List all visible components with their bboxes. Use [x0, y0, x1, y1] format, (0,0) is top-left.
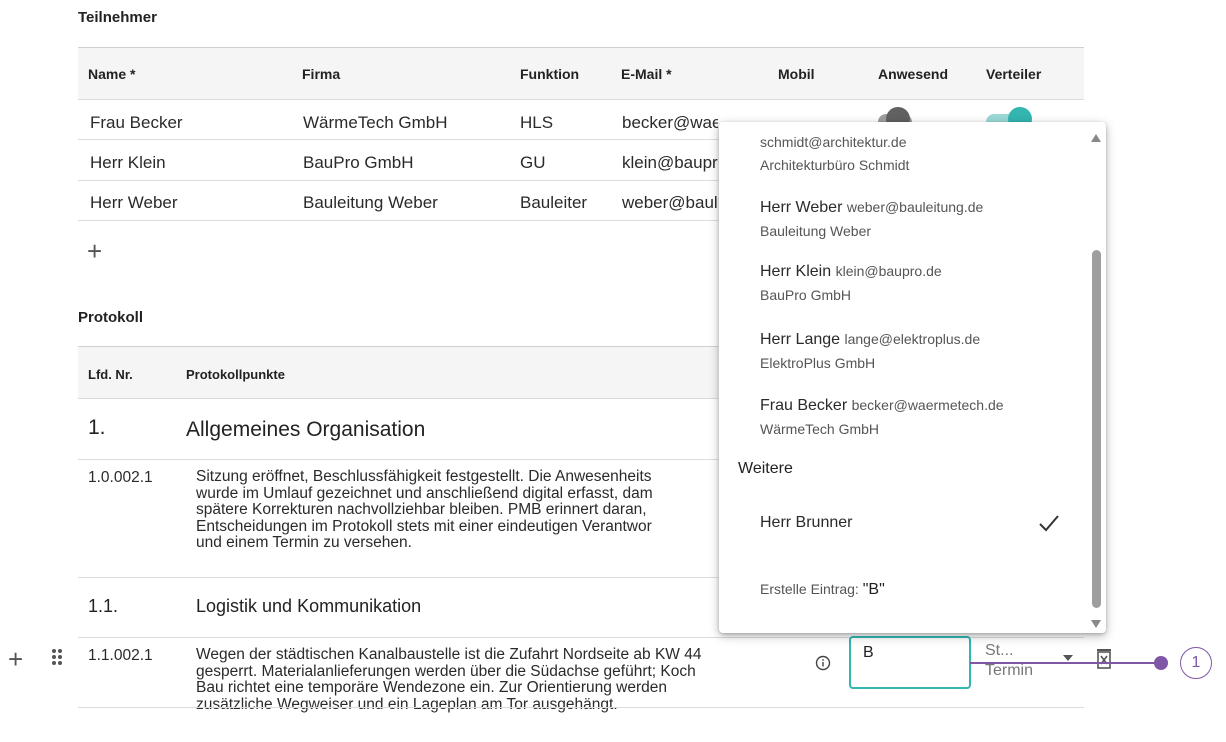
- responsible-input[interactable]: B: [849, 636, 971, 689]
- option-mail: schmidt@architektur.de: [760, 134, 907, 150]
- group-number: 1.: [88, 416, 106, 439]
- annotation-marker: 1: [1180, 647, 1212, 679]
- add-participant-button[interactable]: +: [87, 238, 102, 264]
- col-mobil[interactable]: Mobil: [778, 66, 815, 82]
- col-lfd-nr[interactable]: Lfd. Nr.: [88, 367, 133, 382]
- col-funktion[interactable]: Funktion: [520, 66, 579, 82]
- protocol-title: Protokoll: [78, 309, 144, 326]
- status-value: St...: [985, 642, 1014, 659]
- group-number: 1.1.: [88, 596, 119, 616]
- group-title[interactable]: Logistik und Kommunikation: [196, 596, 421, 617]
- option-name: Herr Weber: [760, 199, 843, 216]
- participant-name[interactable]: Frau Becker: [90, 113, 183, 133]
- info-icon[interactable]: [815, 655, 831, 676]
- annotation-line: [970, 662, 1162, 664]
- participant-email[interactable]: becker@waermete..de Schmidt: [622, 113, 718, 133]
- option-mail: klein@baupro.de: [835, 263, 942, 279]
- option-company: Bauleitung Weber: [760, 223, 872, 239]
- dropdown-arrow-icon[interactable]: [1062, 649, 1074, 667]
- participant-email[interactable]: weber@baul: [622, 193, 718, 213]
- option-company: Architekturbüro Schmidt: [760, 157, 910, 173]
- option-mail: weber@bauleitung.de: [846, 199, 984, 215]
- participant-funktion[interactable]: HLS: [520, 113, 553, 133]
- participant-name[interactable]: Herr Klein: [90, 153, 166, 173]
- annotation-dot: [1154, 656, 1168, 670]
- item-number: 1.0.002.1: [88, 469, 153, 486]
- dropdown-option[interactable]: Herr Lange lange@elektroplus.de ElektroP…: [760, 331, 980, 371]
- option-company: WärmeTech GmbH: [760, 421, 880, 437]
- participant-funktion[interactable]: Bauleiter: [520, 193, 587, 213]
- dropdown-group-label: Weitere: [738, 460, 793, 477]
- item-text[interactable]: Sitzung eröffnet, Beschlussfähigkeit fes…: [196, 469, 718, 552]
- item-text-line: wurde im Umlauf gezeichnet und anschließ…: [196, 484, 653, 502]
- dropdown-option-selected[interactable]: Herr Brunner: [760, 514, 1080, 536]
- participant-firma[interactable]: WärmeTech GmbH: [303, 113, 448, 133]
- option-name: Herr Klein: [760, 263, 832, 280]
- check-icon: [1039, 515, 1059, 532]
- col-email[interactable]: E-Mail *: [621, 66, 672, 82]
- dropdown-option[interactable]: schmidt@architektur.de Architekturbüro S…: [760, 134, 909, 173]
- participants-title: Teilnehmer: [78, 9, 157, 26]
- item-text-line: zusätzliche Wegweiser und ein Lageplan a…: [196, 695, 618, 713]
- col-name[interactable]: Name *: [88, 66, 135, 82]
- item-text-line: Entscheidungen im Protokoll stets mit ei…: [196, 517, 652, 535]
- item-number: 1.1.002.1: [88, 647, 153, 664]
- create-entry-option[interactable]: Erstelle Eintrag: "B": [760, 581, 885, 599]
- participant-name[interactable]: Herr Weber: [90, 193, 178, 213]
- add-row-icon[interactable]: +: [8, 646, 23, 672]
- autocomplete-dropdown[interactable]: schmidt@architektur.de Architekturbüro S…: [719, 122, 1106, 633]
- scroll-down-icon[interactable]: [1090, 616, 1102, 633]
- dropdown-option[interactable]: Herr Weber weber@bauleitung.de Bauleitun…: [760, 199, 983, 239]
- col-firma[interactable]: Firma: [302, 66, 340, 82]
- option-name: Herr Brunner: [760, 514, 853, 531]
- create-entry-prefix: Erstelle Eintrag:: [760, 581, 863, 597]
- participant-firma[interactable]: Bauleitung Weber: [303, 193, 438, 213]
- participant-email[interactable]: klein@baupr: [622, 153, 718, 173]
- col-protokollpunkte[interactable]: Protokollpunkte: [186, 367, 285, 382]
- option-company: ElektroPlus GmbH: [760, 355, 876, 371]
- item-text-line: Sitzung eröffnet, Beschlussfähigkeit fes…: [196, 469, 652, 485]
- dropdown-option[interactable]: Herr Klein klein@baupro.de BauPro GmbH: [760, 263, 942, 303]
- group-title[interactable]: Allgemeines Organisation: [186, 418, 425, 442]
- option-company: BauPro GmbH: [760, 287, 852, 303]
- item-text[interactable]: Wegen der städtischen Kanalbaustelle ist…: [196, 646, 796, 713]
- dropdown-scrollbar[interactable]: [1092, 250, 1101, 608]
- item-text-line: gesperrt. Materialanlieferungen werden ü…: [196, 662, 696, 680]
- item-text-line: Bau richtet eine temporäre Wendezone ein…: [196, 679, 668, 696]
- option-name: Frau Becker: [760, 397, 848, 414]
- item-text-line: und einem Termin zu versehen.: [196, 534, 412, 551]
- col-anwesend[interactable]: Anwesend: [878, 66, 948, 82]
- dropdown-option[interactable]: Frau Becker becker@waermetech.de WärmeTe…: [760, 397, 1004, 437]
- option-mail: lange@elektroplus.de: [844, 331, 981, 347]
- item-text-line: Wegen der städtischen Kanalbaustelle ist…: [196, 646, 702, 663]
- status-select[interactable]: St... Termin: [985, 641, 1033, 681]
- create-entry-value: "B": [862, 581, 885, 598]
- responsible-input-value: B: [863, 644, 874, 661]
- protocol-header: [78, 347, 718, 398]
- item-text-line: spätere Korrekturen nachvollziehbar blei…: [196, 501, 647, 518]
- scroll-up-icon[interactable]: [1090, 130, 1102, 148]
- participant-funktion[interactable]: GU: [520, 153, 546, 173]
- drag-handle-icon[interactable]: [51, 648, 63, 671]
- participant-firma[interactable]: BauPro GmbH: [303, 153, 414, 173]
- col-verteiler[interactable]: Verteiler: [986, 66, 1041, 82]
- status-label: Termin: [985, 662, 1034, 679]
- option-name: Herr Lange: [760, 331, 841, 348]
- option-mail: becker@waermetech.de: [851, 397, 1004, 413]
